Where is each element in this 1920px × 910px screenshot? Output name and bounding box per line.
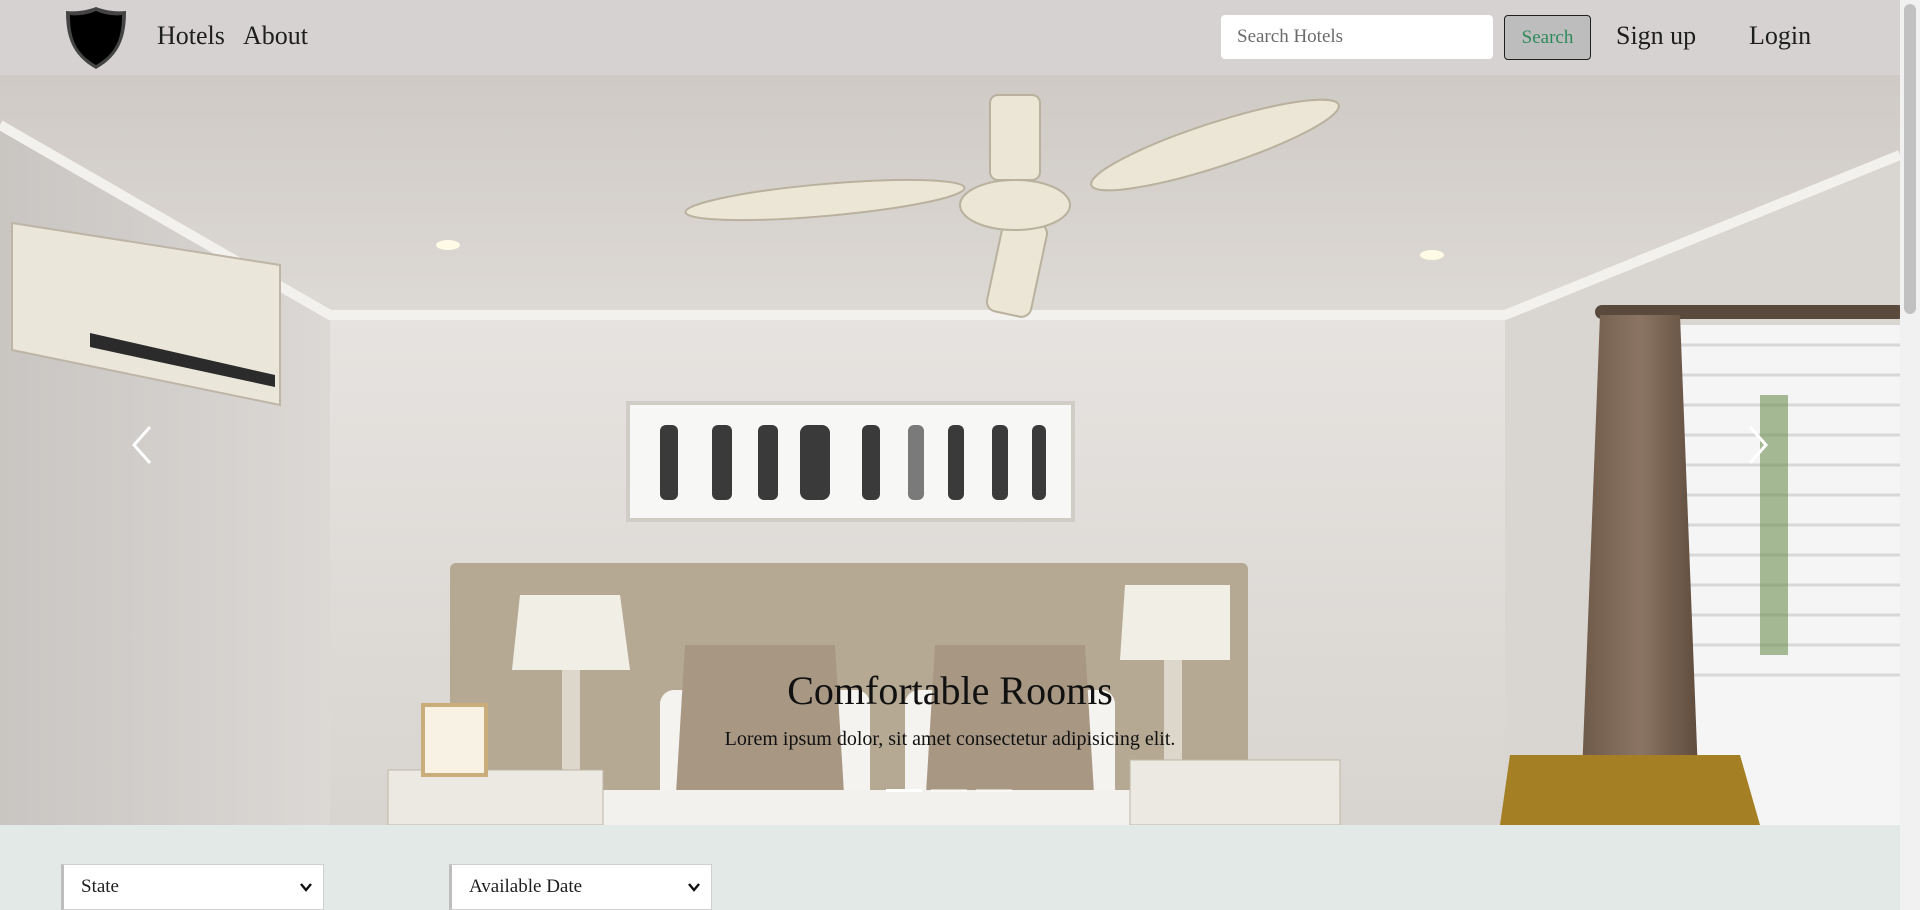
chevron-down-icon [688,883,700,892]
chevron-down-icon [300,883,312,892]
available-date-select[interactable]: Available Date [449,864,712,910]
nav-signup-link[interactable]: Sign up [1616,21,1696,51]
state-select-value: State [81,876,119,897]
carousel-indicators [886,789,1012,792]
scrollbar-thumb[interactable] [1904,4,1916,314]
hero-carousel: Comfortable Rooms Lorem ipsum dolor, sit… [0,75,1900,825]
nav-about-link[interactable]: About [243,21,308,51]
carousel-caption-title: Comfortable Rooms [787,668,1113,713]
nav-login-link[interactable]: Login [1749,21,1811,51]
carousel-indicator-2[interactable] [931,789,967,792]
shield-logo-icon[interactable] [63,5,129,71]
carousel-prev-button[interactable] [112,415,172,475]
chevron-left-icon [131,426,152,464]
search-hotels-input[interactable] [1221,15,1493,59]
chevron-right-icon [1748,426,1769,464]
search-button[interactable]: Search [1504,15,1591,60]
carousel-indicator-3[interactable] [976,789,1012,792]
nav-hotels-link[interactable]: Hotels [157,21,225,51]
carousel-indicator-1[interactable] [886,789,922,792]
page-scrollbar[interactable] [1900,0,1920,910]
navbar: Hotels About Search Sign up Login [0,0,1900,75]
carousel-next-button[interactable] [1728,415,1788,475]
state-select[interactable]: State [61,864,324,910]
available-date-select-value: Available Date [469,876,583,897]
carousel-caption-text: Lorem ipsum dolor, sit amet consectetur … [724,728,1176,750]
